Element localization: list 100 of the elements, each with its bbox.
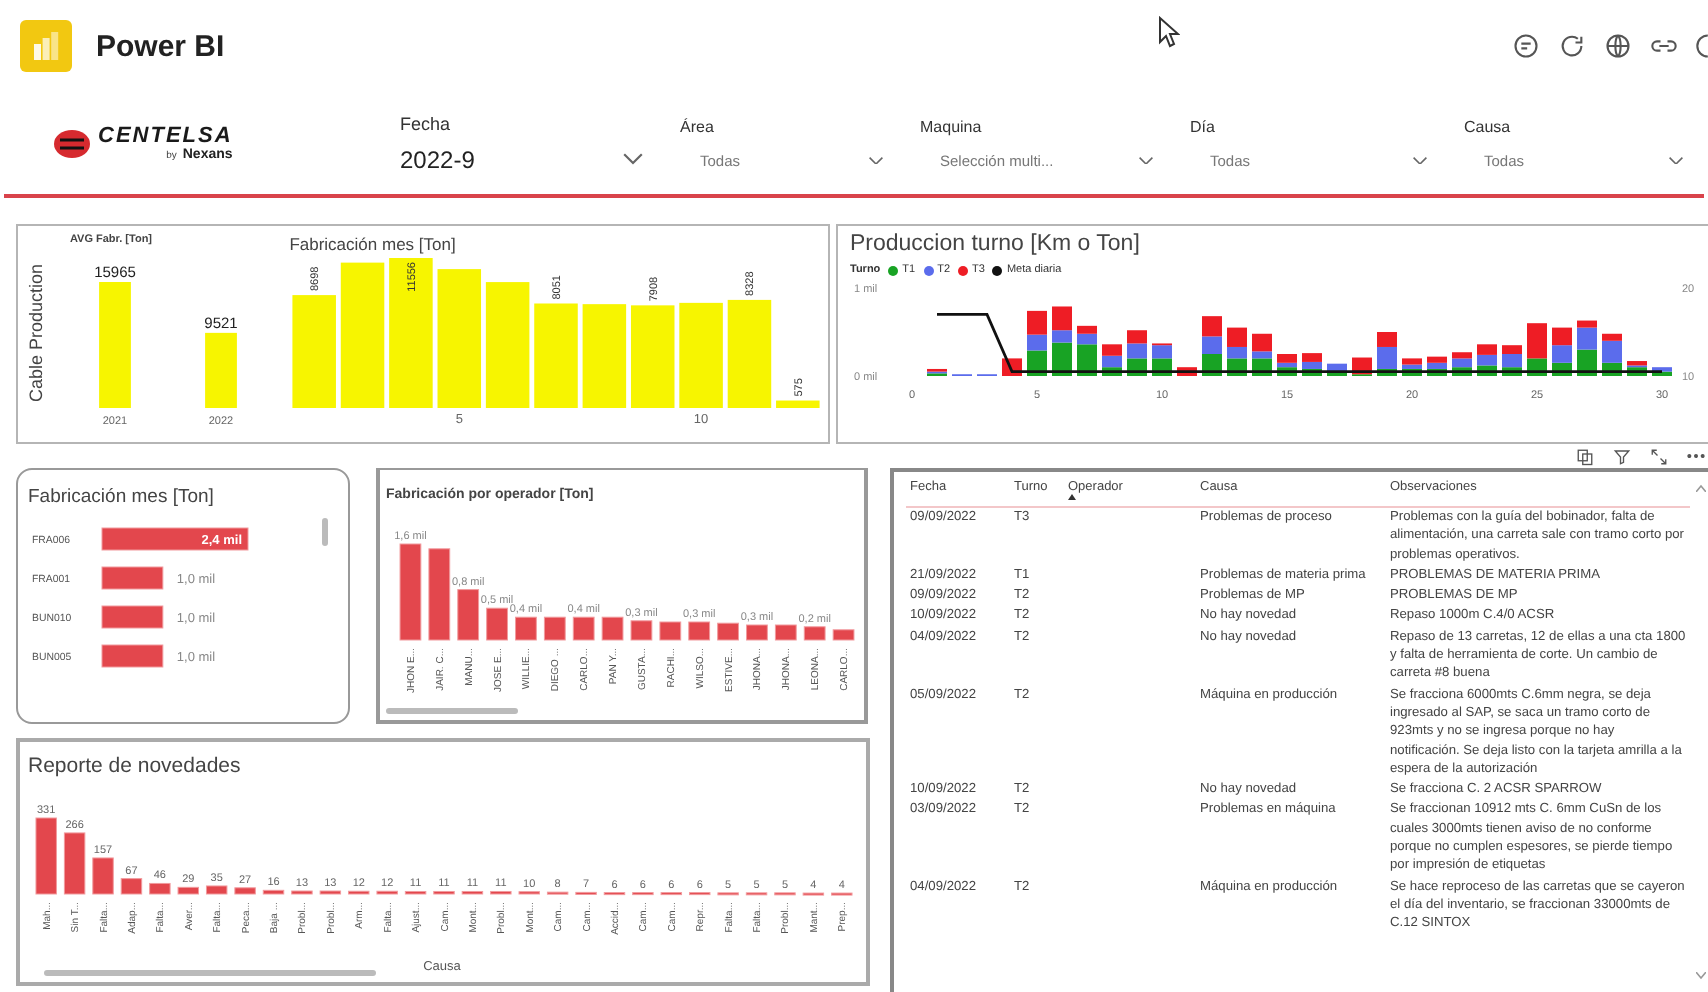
stacked-bar bbox=[1127, 330, 1147, 376]
bar bbox=[832, 629, 855, 641]
bar bbox=[1502, 354, 1522, 368]
bar bbox=[1427, 362, 1447, 369]
bar bbox=[1277, 354, 1297, 363]
bar bbox=[1277, 362, 1297, 368]
scrollbar[interactable] bbox=[44, 970, 376, 976]
scroll-up-icon[interactable] bbox=[1696, 484, 1706, 492]
bar bbox=[1527, 323, 1547, 359]
stacked-bar bbox=[1527, 323, 1547, 376]
chart-title: Fabricación mes [Ton] bbox=[289, 234, 458, 254]
bar bbox=[205, 332, 237, 408]
bar bbox=[1052, 330, 1072, 343]
scroll-down-icon[interactable] bbox=[1696, 972, 1706, 980]
stacked-bar bbox=[1452, 352, 1472, 376]
more-icon[interactable] bbox=[1686, 452, 1706, 460]
globe-icon[interactable] bbox=[1604, 32, 1632, 60]
bar bbox=[1102, 355, 1122, 368]
bar bbox=[149, 882, 171, 895]
bar bbox=[291, 295, 336, 408]
bar bbox=[1377, 346, 1397, 369]
stacked-bar bbox=[1277, 354, 1297, 376]
scrollbar[interactable] bbox=[322, 518, 328, 546]
slicer-label: Día bbox=[1190, 117, 1217, 135]
bar bbox=[101, 605, 164, 629]
chart-title: Produccion turno [Km o Ton] bbox=[850, 232, 1142, 256]
bar bbox=[101, 566, 164, 590]
stacked-bar bbox=[1227, 327, 1247, 376]
bar bbox=[399, 543, 422, 641]
stacked-bar bbox=[1652, 367, 1672, 376]
stacked-bar bbox=[1327, 363, 1347, 376]
bar bbox=[319, 890, 342, 895]
chevron-down-icon bbox=[868, 155, 884, 165]
chevron-down-icon bbox=[1412, 155, 1428, 165]
bar bbox=[746, 624, 768, 641]
bar bbox=[177, 886, 199, 895]
slicer-dropdown[interactable]: 2022-9 bbox=[400, 145, 644, 173]
scrollbar[interactable] bbox=[386, 708, 518, 714]
bar bbox=[205, 885, 228, 895]
bar bbox=[1252, 333, 1272, 352]
stacked-bar bbox=[1077, 325, 1097, 376]
bar bbox=[1202, 336, 1222, 354]
slicer-label: Área bbox=[680, 117, 716, 135]
bar bbox=[630, 305, 674, 408]
stacked-bar bbox=[1152, 343, 1172, 376]
bar bbox=[1502, 345, 1522, 354]
stacked-bar bbox=[1102, 344, 1122, 376]
bar bbox=[1452, 352, 1472, 359]
expand-icon[interactable] bbox=[1650, 447, 1668, 465]
bar bbox=[120, 878, 143, 895]
bar bbox=[101, 644, 164, 668]
stacked-bar bbox=[1552, 327, 1572, 376]
bar bbox=[436, 269, 481, 408]
chevron-down-icon bbox=[622, 152, 644, 166]
bar bbox=[457, 589, 480, 641]
bar bbox=[1077, 344, 1097, 376]
copy-icon[interactable] bbox=[1576, 447, 1594, 465]
slicer-label: Maquina bbox=[920, 117, 984, 135]
slicer-label: Fecha bbox=[400, 113, 453, 133]
bar bbox=[543, 616, 566, 641]
bar bbox=[262, 889, 285, 895]
refresh-icon[interactable] bbox=[1558, 32, 1586, 60]
bar bbox=[803, 626, 826, 641]
bar bbox=[774, 624, 797, 641]
bar bbox=[1602, 333, 1622, 341]
bar bbox=[486, 607, 508, 641]
stacked-bar bbox=[1052, 306, 1072, 376]
bar bbox=[1202, 316, 1222, 337]
app-title: Power BI bbox=[96, 29, 225, 63]
filter-icon[interactable] bbox=[1612, 447, 1632, 465]
bar bbox=[533, 303, 578, 408]
bar bbox=[35, 817, 57, 895]
bar bbox=[1027, 310, 1047, 335]
bar bbox=[1302, 353, 1322, 362]
bar bbox=[1577, 320, 1597, 328]
stacked-bar bbox=[1477, 344, 1497, 376]
stacked-bar bbox=[1252, 333, 1272, 376]
chart-title: Fabricación mes [Ton] bbox=[28, 486, 214, 508]
stacked-bar bbox=[1402, 358, 1422, 376]
bar bbox=[1127, 343, 1147, 359]
powerbi-logo-icon bbox=[20, 20, 72, 72]
stacked-bar bbox=[1627, 361, 1647, 376]
bar bbox=[727, 299, 771, 408]
comment-icon[interactable] bbox=[1512, 32, 1540, 60]
bar bbox=[1302, 361, 1322, 369]
bar bbox=[678, 302, 723, 408]
bar bbox=[1577, 327, 1597, 350]
bar bbox=[404, 890, 427, 895]
bar bbox=[515, 616, 537, 641]
bar bbox=[1402, 358, 1422, 365]
stacked-bar bbox=[1027, 310, 1047, 376]
bar bbox=[775, 400, 819, 408]
bar bbox=[1102, 344, 1122, 356]
bar bbox=[490, 890, 512, 895]
stacked-bar bbox=[1377, 332, 1397, 376]
bar bbox=[1602, 340, 1622, 363]
bar bbox=[99, 282, 131, 408]
stacked-bar bbox=[1502, 345, 1522, 376]
bar bbox=[582, 304, 626, 408]
bar bbox=[1252, 351, 1272, 359]
